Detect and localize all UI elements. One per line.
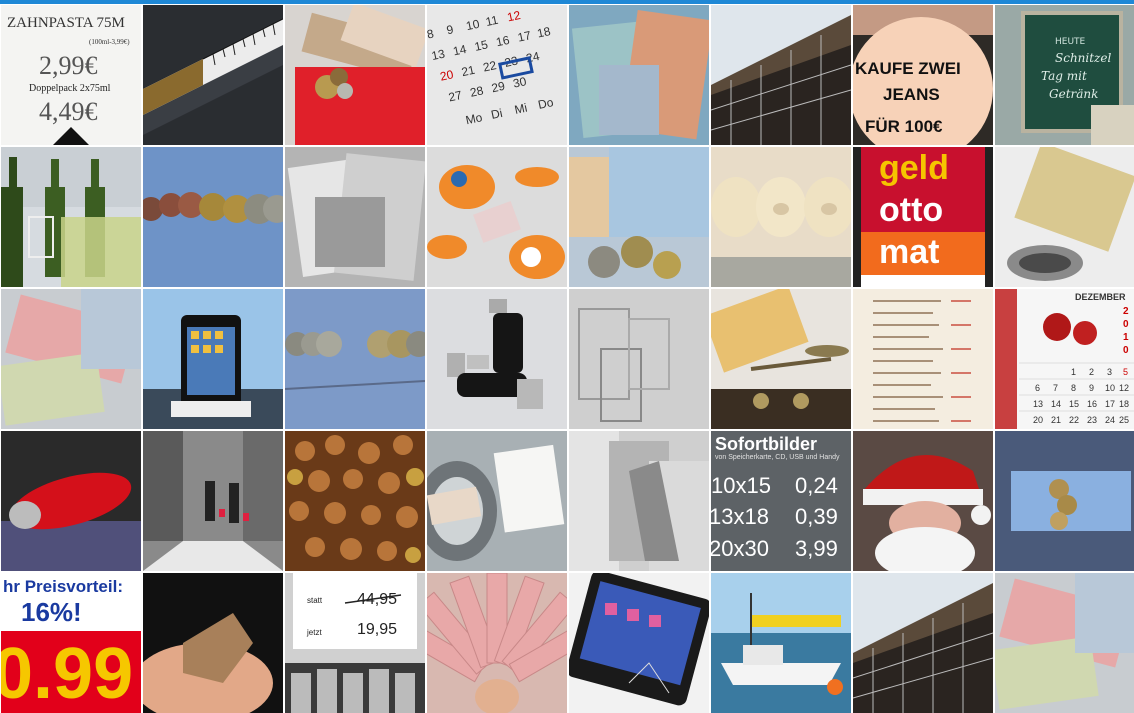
- tile-fishing-boat: [711, 573, 851, 713]
- svg-text:21: 21: [1051, 415, 1061, 425]
- svg-text:15: 15: [1069, 399, 1079, 409]
- preisvorteil-price: 0.99: [1, 634, 134, 713]
- tile-scale-with-money: [711, 289, 851, 429]
- svg-text:22: 22: [1069, 415, 1079, 425]
- tile-banknotes-coins: [569, 147, 709, 287]
- sign-price-2: 4,49€: [39, 97, 98, 126]
- svg-text:5: 5: [1123, 367, 1128, 377]
- offer-line-2: JEANS: [883, 85, 940, 104]
- svg-text:23: 23: [1087, 415, 1097, 425]
- tile-folding-ruler: [143, 5, 283, 145]
- sign-price-1: 2,99€: [39, 51, 98, 80]
- tile-hand-chocolate: [143, 573, 283, 713]
- tile-ceramic-piggies: [711, 147, 851, 287]
- tag-label-old: statt: [307, 596, 323, 605]
- tag-new-price: 19,95: [357, 621, 398, 638]
- tile-preisvorteil-sign: hr Preisvorteil: 16%! 0.99: [1, 573, 141, 713]
- tag-old-price: 44,95: [357, 591, 398, 608]
- tile-savings-book-coins: [285, 5, 425, 145]
- tile-chalkboard-sign: HEUTE Schnitzel Tag mit Getränk: [995, 5, 1134, 145]
- offer-line-1: KAUFE ZWEI: [855, 59, 961, 78]
- svg-text:12: 12: [1119, 383, 1129, 393]
- photo-collage-grid: ZAHNPASTA 75M (100ml-3,99€) 2,99€ Doppel…: [1, 5, 1134, 713]
- svg-text:14: 14: [1051, 399, 1061, 409]
- tile-coins-on-blue: [285, 289, 425, 429]
- photos-row3-size: 20x30: [711, 536, 769, 561]
- tile-photo-price-board: Sofortbilder von Speicherkarte, CD, USB …: [711, 431, 851, 571]
- tile-coin-row: [143, 147, 283, 287]
- photos-row2-size: 13x18: [711, 504, 769, 529]
- tile-crushed-can: [1, 431, 141, 571]
- chalk-line-2: Tag mit: [1041, 69, 1087, 83]
- tile-note-and-coins-granite: [995, 431, 1134, 571]
- svg-text:9: 9: [1089, 383, 1094, 393]
- svg-text:20: 20: [1033, 415, 1043, 425]
- tile-wine-bottles: [1, 147, 141, 287]
- tile-euro-banknotes: [569, 5, 709, 145]
- svg-text:18: 18: [1119, 399, 1129, 409]
- chalk-heading: HEUTE: [1055, 37, 1086, 47]
- svg-text:1: 1: [1071, 367, 1076, 377]
- tile-banknotes-grayscale: [285, 147, 425, 287]
- svg-text:2: 2: [1089, 367, 1094, 377]
- chalk-line-1: Schnitzel: [1055, 51, 1112, 65]
- tile-building-scaffold: [711, 5, 851, 145]
- tile-euro-notes-spread: [1, 289, 141, 429]
- tag-label-new: jetzt: [307, 628, 322, 637]
- tile-empty-glasses: [569, 289, 709, 429]
- tile-toothpaste-price-sign: ZAHNPASTA 75M (100ml-3,99€) 2,99€ Doppel…: [1, 5, 141, 145]
- tile-menu-board: [853, 289, 993, 429]
- tile-geldautomat-sign: geld otto mat: [853, 147, 993, 287]
- svg-text:17: 17: [1105, 399, 1115, 409]
- sign-pack-label: Doppelpack 2x75ml: [29, 83, 111, 94]
- calendar-month: DEZEMBER: [1075, 292, 1126, 302]
- tile-santa-claus: [853, 431, 993, 571]
- tile-copper-coins-pile: [285, 431, 425, 571]
- tile-broken-smartphone: [569, 573, 709, 713]
- geld-line-2: otto: [879, 191, 944, 229]
- preisvorteil-line-1: hr Preisvorteil:: [3, 577, 123, 596]
- svg-text:3: 3: [1107, 367, 1112, 377]
- tile-euro-notes-spread-2: [995, 573, 1134, 713]
- tile-building-scaffold-2: [853, 573, 993, 713]
- tile-smartphone-dock: [143, 289, 283, 429]
- tile-fuel-cap-receipt: [427, 431, 567, 571]
- photos-row3-price: 3,99: [795, 536, 838, 561]
- sign-unit-price: (100ml-3,99€): [89, 38, 130, 46]
- svg-text:25: 25: [1119, 415, 1129, 425]
- svg-text:10: 10: [1105, 383, 1115, 393]
- svg-text:8: 8: [1071, 383, 1076, 393]
- photos-row2-price: 0,39: [795, 504, 838, 529]
- photos-title: Sofortbilder: [715, 434, 817, 454]
- svg-text:7: 7: [1053, 383, 1058, 393]
- tile-wall-calendar-december: 1235 6 7 8 9 10 12 13 14 15 16 17 18 20 21 22 23 24 25 …: [995, 289, 1134, 429]
- tile-dumbbells: [427, 289, 567, 429]
- photos-row1-size: 10x15: [711, 473, 771, 498]
- preisvorteil-line-2: 16%!: [21, 597, 82, 627]
- tile-banknotes-bw: [569, 431, 709, 571]
- chalk-line-3: Getränk: [1049, 87, 1099, 101]
- photos-row1-price: 0,24: [795, 473, 838, 498]
- svg-text:6: 6: [1035, 383, 1040, 393]
- tile-money-in-drain: [995, 147, 1134, 287]
- svg-text:13: 13: [1033, 399, 1043, 409]
- tile-jeans-offer-sign: KAUFE ZWEI JEANS FÜR 100€: [853, 5, 993, 145]
- geld-line-1: geld: [879, 149, 949, 187]
- photos-subtitle: von Speicherkarte, CD, USB und Handy: [715, 454, 840, 461]
- tile-fan-of-banknotes: [427, 573, 567, 713]
- calendar-year: 2010: [1123, 306, 1129, 356]
- offer-line-3: FÜR 100€: [865, 117, 943, 136]
- tile-calendar: 8 9 10 11 12 13 14 15 16 17 18 20 21 22 23 24 27 28 29 3…: [427, 5, 567, 145]
- svg-text:24: 24: [1105, 415, 1115, 425]
- geld-line-3: mat: [879, 233, 940, 271]
- tile-broken-piggy-bank: [427, 147, 567, 287]
- svg-text:16: 16: [1087, 399, 1097, 409]
- top-accent-bar: [0, 0, 1134, 4]
- sign-title: ZAHNPASTA 75M: [7, 15, 125, 31]
- tile-price-tag-bw: statt 44,95 jetzt 19,95: [285, 573, 425, 713]
- tile-winter-street: [143, 431, 283, 571]
